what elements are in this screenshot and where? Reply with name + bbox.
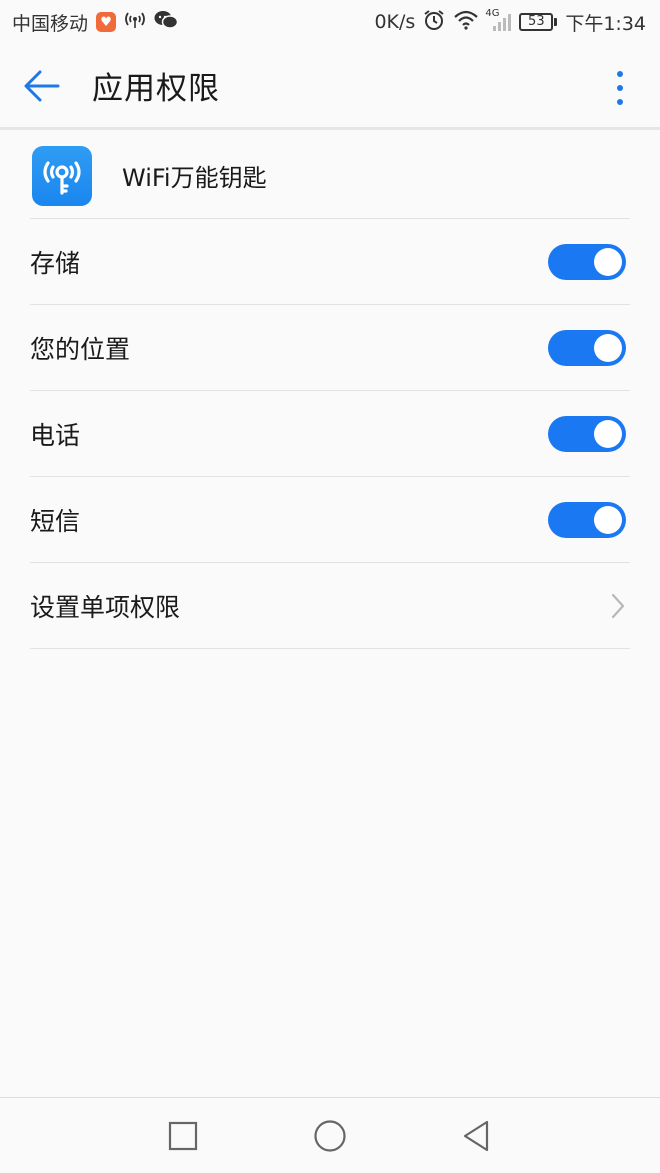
sms-toggle[interactable] bbox=[548, 501, 626, 538]
permission-list: WiFi万能钥匙 存储 您的位置 电话 短信 设置单项权限 bbox=[30, 133, 630, 649]
home-circle-icon bbox=[314, 1120, 346, 1152]
time-label: 下午1:34 bbox=[565, 12, 646, 35]
wechat-icon bbox=[154, 10, 179, 35]
permission-label: 您的位置 bbox=[30, 334, 131, 364]
permission-row-phone[interactable]: 电话 bbox=[30, 391, 630, 477]
permission-row-location[interactable]: 您的位置 bbox=[30, 305, 630, 391]
more-options-button[interactable] bbox=[604, 68, 636, 108]
storage-toggle[interactable] bbox=[548, 243, 626, 280]
status-left: 中国移动 ♥ bbox=[12, 9, 179, 36]
battery-icon: 53 bbox=[519, 13, 558, 31]
more-vert-icon bbox=[617, 71, 623, 77]
battery-level: 53 bbox=[519, 13, 554, 31]
hotspot-icon bbox=[124, 10, 146, 35]
navigation-bar bbox=[0, 1097, 660, 1173]
screen: 中国移动 ♥ 0K/s 4G 53 下午1:34 应用权限 WiFi万能钥匙 存… bbox=[0, 0, 660, 1173]
location-toggle[interactable] bbox=[548, 329, 626, 366]
speed-label: 0K/s bbox=[374, 11, 416, 33]
heart-app-icon: ♥ bbox=[96, 12, 117, 32]
recents-square-icon bbox=[168, 1121, 198, 1151]
permission-label: 存储 bbox=[30, 248, 81, 278]
recents-button[interactable] bbox=[163, 1116, 203, 1156]
chevron-right-icon bbox=[610, 592, 626, 620]
back-button[interactable] bbox=[0, 43, 92, 129]
wifi-key-app-icon bbox=[32, 145, 92, 206]
permission-row-sms[interactable]: 短信 bbox=[30, 477, 630, 563]
network-type-label: 4G bbox=[485, 8, 500, 19]
arrow-left-icon bbox=[24, 70, 60, 101]
back-triangle-icon bbox=[463, 1120, 489, 1152]
page-title: 应用权限 bbox=[92, 71, 220, 107]
back-nav-button[interactable] bbox=[456, 1116, 496, 1156]
status-bar: 中国移动 ♥ 0K/s 4G 53 下午1:34 bbox=[0, 0, 660, 44]
signal-icon: 4G bbox=[485, 8, 512, 32]
wifi-icon bbox=[453, 10, 479, 35]
alarm-icon bbox=[423, 9, 445, 36]
status-right: 0K/s 4G 53 下午1:34 bbox=[374, 8, 646, 36]
carrier-label: 中国移动 bbox=[12, 12, 89, 35]
individual-permissions-row[interactable]: 设置单项权限 bbox=[30, 563, 630, 649]
permission-label: 短信 bbox=[30, 506, 81, 536]
home-button[interactable] bbox=[310, 1116, 350, 1156]
app-name: WiFi万能钥匙 bbox=[122, 164, 267, 192]
app-info-row: WiFi万能钥匙 bbox=[30, 133, 630, 219]
permission-label: 电话 bbox=[30, 420, 81, 450]
individual-permissions-label: 设置单项权限 bbox=[30, 592, 181, 622]
app-bar: 应用权限 bbox=[0, 44, 660, 130]
permission-row-storage[interactable]: 存储 bbox=[30, 219, 630, 305]
phone-toggle[interactable] bbox=[548, 415, 626, 452]
